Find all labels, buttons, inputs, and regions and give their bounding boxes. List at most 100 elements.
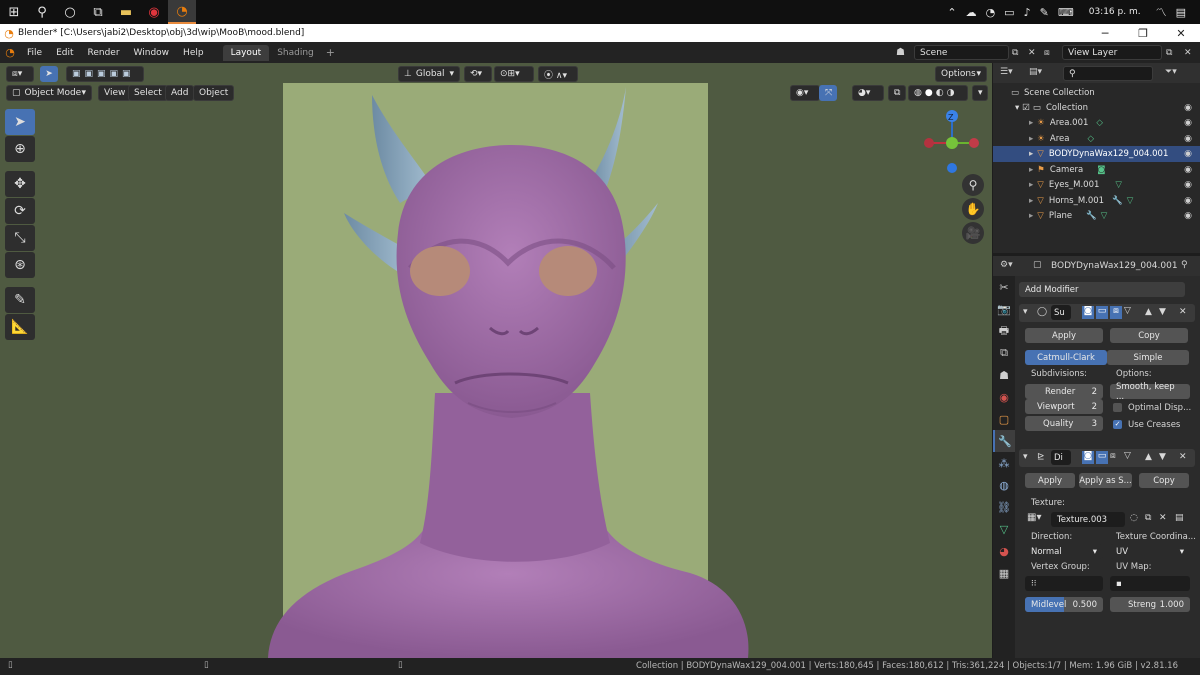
transform-orientation-dropdown[interactable]: ⊥ Global ▾	[398, 66, 460, 82]
view-layer-selector[interactable]: View Layer	[1062, 45, 1162, 60]
shading-mode-group[interactable]: ◍ ● ◐ ◑	[908, 85, 968, 101]
chevron-right-icon[interactable]: ▸	[1029, 165, 1033, 175]
physics-tab-icon[interactable]: ◍	[993, 474, 1015, 496]
add-workspace-icon[interactable]: +	[326, 46, 335, 59]
visibility-dropdown[interactable]: ◉▾	[790, 85, 820, 101]
view-layer-tab-icon[interactable]: ⧉	[993, 342, 1015, 364]
outliner-item[interactable]: ▸ ☀ Area ◇ ◉	[993, 131, 1200, 147]
outliner-item[interactable]: ▸ ▽ Plane 🔧 ▽ ◉	[993, 208, 1200, 224]
transform-tool[interactable]: ⊛	[5, 252, 35, 278]
eye-icon[interactable]: ◉	[1184, 118, 1192, 128]
keyboard-icon[interactable]: ⌨	[1058, 6, 1074, 19]
data-tab-icon[interactable]: ▽	[993, 518, 1015, 540]
menu-add[interactable]: Add	[165, 85, 195, 101]
eye-icon[interactable]: ◉	[1184, 134, 1192, 144]
outliner-scene-collection[interactable]: ▭ Scene Collection	[993, 85, 1200, 101]
unlink-icon[interactable]: ✕	[1159, 513, 1167, 523]
search-icon[interactable]: ⚲	[28, 0, 56, 24]
tool-tab-icon[interactable]: ✂	[993, 276, 1015, 298]
network-icon[interactable]: ◔	[986, 6, 996, 19]
scene-selector[interactable]: Scene	[914, 45, 1009, 60]
notification-icon[interactable]: ▤	[1176, 6, 1186, 19]
texture-name-field[interactable]: Texture.003	[1051, 512, 1125, 527]
chevron-down-icon[interactable]: ▾	[1023, 452, 1028, 462]
selection-mode-group[interactable]: ▣▣▣▣▣	[66, 66, 144, 82]
editor-type-icon[interactable]: ⚙▾	[1000, 260, 1013, 270]
cursor-tool[interactable]: ⊕	[5, 136, 35, 162]
xray-toggle[interactable]: ⧉	[888, 85, 906, 101]
move-up-icon[interactable]: ▲	[1145, 452, 1152, 462]
duplicate-icon[interactable]: ⧉	[1145, 513, 1151, 523]
texture-coordinates-dropdown[interactable]: UV ▾	[1110, 544, 1190, 559]
catmull-clark-toggle[interactable]: Catmull-Clark	[1025, 350, 1107, 365]
material-tab-icon[interactable]: ◕	[993, 540, 1015, 562]
move-down-icon[interactable]: ▼	[1159, 452, 1166, 462]
chevron-right-icon[interactable]: ▸	[1029, 118, 1033, 128]
strength-field[interactable]: Streng 1.000	[1110, 597, 1190, 612]
quality-field[interactable]: Quality 3	[1025, 416, 1103, 431]
simple-toggle[interactable]: Simple	[1107, 350, 1189, 365]
tab-layout[interactable]: Layout	[222, 44, 270, 61]
rendered-shading-icon[interactable]: ◑	[947, 88, 955, 98]
displace-modifier-header[interactable]: ▾ ⊵ Di ◙ ▭ ⧈ ▽ ▲ ▼ ✕	[1019, 449, 1195, 467]
activity-icon[interactable]: 〽	[1156, 4, 1167, 20]
displace-apply-button[interactable]: Apply	[1025, 473, 1075, 488]
scale-tool[interactable]: ⤡	[5, 225, 35, 251]
gizmo-toggle[interactable]: ⤧	[819, 85, 837, 101]
move-down-icon[interactable]: ▼	[1159, 307, 1166, 317]
chevron-right-icon[interactable]: ▸	[1029, 149, 1033, 159]
menu-render[interactable]: Render	[81, 48, 127, 58]
move-tool[interactable]: ✥	[5, 171, 35, 197]
chevron-down-icon[interactable]: ▾	[1023, 307, 1028, 317]
particles-tab-icon[interactable]: ⁂	[993, 452, 1015, 474]
battery-icon[interactable]: ▭	[1004, 6, 1014, 19]
file-explorer-icon[interactable]: ▬	[112, 0, 140, 24]
select-tool[interactable]: ➤	[5, 109, 35, 135]
select-box-tool[interactable]: ➤	[40, 66, 58, 82]
vertex-group-field[interactable]: ⁝⁝	[1025, 576, 1103, 591]
proportional-edit-toggle[interactable]: ⦿ ∧▾	[538, 66, 578, 82]
cage-toggle-icon[interactable]: ▽	[1124, 306, 1131, 316]
fake-user-icon[interactable]: ◌	[1130, 513, 1138, 523]
use-creases-checkbox[interactable]: ✓ Use Creases	[1113, 420, 1180, 430]
uv-smooth-dropdown[interactable]: Smooth, keep ...	[1110, 382, 1190, 402]
display-toggle-icon[interactable]: ▭	[1096, 451, 1108, 464]
outliner-item[interactable]: ▸ ☀ Area.001 ◇ ◉	[993, 115, 1200, 131]
subsurf-name-field[interactable]: Su	[1051, 305, 1071, 320]
clock[interactable]: 03:16 p. m.	[1089, 7, 1141, 17]
eye-icon[interactable]: ◉	[1184, 196, 1192, 206]
pin-icon[interactable]: ⚲	[1181, 260, 1188, 270]
3d-viewport[interactable]: ⧈▾ ➤ ▣▣▣▣▣ ⊥ Global ▾ ⟲▾ ⊙⊞▾ ⦿ ∧▾ Option…	[0, 63, 992, 658]
texture-tab-icon[interactable]: ▦	[993, 562, 1015, 584]
minimize-icon[interactable]: ─	[1086, 24, 1124, 42]
scene-tab-icon[interactable]: ☗	[993, 364, 1015, 386]
remove-modifier-icon[interactable]: ✕	[1179, 307, 1187, 317]
chevron-right-icon[interactable]: ▸	[1029, 196, 1033, 206]
modifier-tab-icon[interactable]: 🔧	[993, 430, 1015, 452]
solid-shading-icon[interactable]: ●	[925, 88, 933, 98]
wireframe-shading-icon[interactable]: ◍	[914, 88, 922, 98]
chevron-right-icon[interactable]: ▸	[1029, 180, 1033, 190]
outliner-item[interactable]: ▸ ▽ Horns_M.001 🔧 ▽ ◉	[993, 193, 1200, 209]
new-scene-icon[interactable]: ⧉	[1012, 48, 1018, 58]
checkbox-icon[interactable]: ☑	[1022, 103, 1030, 113]
move-up-icon[interactable]: ▲	[1145, 307, 1152, 317]
pivot-point-dropdown[interactable]: ⟲▾	[464, 66, 492, 82]
delete-view-layer-icon[interactable]: ✕	[1184, 48, 1192, 58]
add-modifier-dropdown[interactable]: Add Modifier	[1019, 282, 1185, 297]
outliner-item[interactable]: ▸ ⚑ Camera ◙ ◉	[993, 162, 1200, 178]
outliner-item[interactable]: ▸ ▽ Eyes_M.001 ▽ ◉	[993, 177, 1200, 193]
subsurf-copy-button[interactable]: Copy	[1110, 328, 1188, 343]
object-mode-dropdown[interactable]: ▢ Object Mode ▾	[6, 85, 92, 101]
output-tab-icon[interactable]: 🖶	[993, 320, 1015, 342]
eye-icon[interactable]: ◉	[1184, 211, 1192, 221]
menu-help[interactable]: Help	[176, 48, 211, 58]
menu-edit[interactable]: Edit	[49, 48, 80, 58]
menu-window[interactable]: Window	[127, 48, 177, 58]
options-dropdown[interactable]: Options ▾	[935, 66, 987, 82]
close-icon[interactable]: ✕	[1162, 24, 1200, 42]
blender-menu-icon[interactable]: ◔	[0, 46, 20, 59]
pen-icon[interactable]: ✎	[1040, 6, 1049, 19]
tab-shading[interactable]: Shading	[269, 45, 322, 61]
checkbox-icon[interactable]	[1113, 403, 1122, 412]
